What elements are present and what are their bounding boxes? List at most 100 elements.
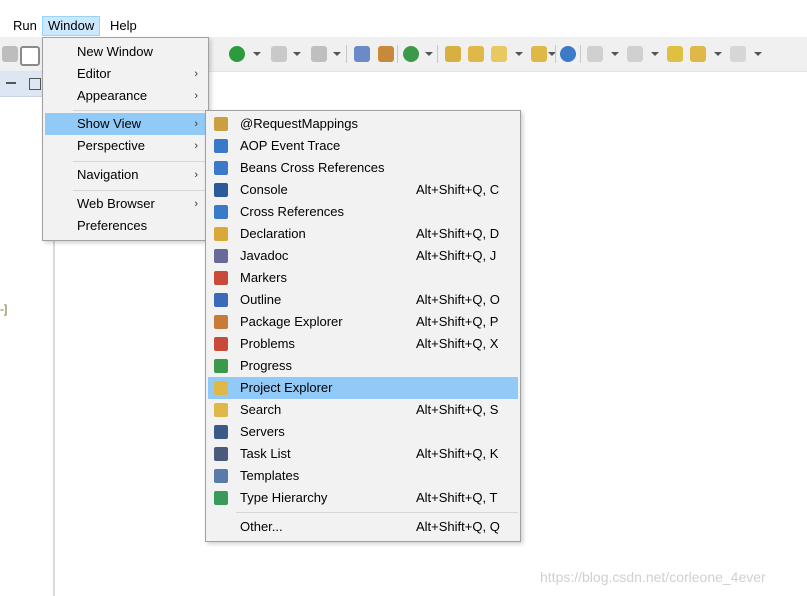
new-class-icon[interactable] — [354, 46, 370, 62]
run-dropdown-icon[interactable] — [253, 52, 261, 56]
show-view-item-label: Type Hierarchy — [240, 490, 328, 505]
new-package-icon[interactable] — [378, 46, 394, 62]
show-view-item-label: Console — [240, 182, 288, 197]
menubar: Run Window Help — [0, 15, 807, 37]
menu-item-label: New Window — [77, 44, 153, 59]
shortcut-label: Alt+Shift+Q, D — [416, 226, 500, 241]
show-view-item[interactable]: Outline Alt+Shift+Q, O — [208, 289, 518, 311]
search-icon — [214, 403, 228, 417]
show-view-item-label: Javadoc — [240, 248, 289, 263]
back-dropdown-icon[interactable] — [714, 52, 722, 56]
menu-separator — [73, 161, 206, 162]
last-edit-location-icon[interactable] — [667, 46, 683, 62]
show-view-item-label: Progress — [240, 358, 293, 373]
chevron-right-icon: › — [194, 140, 198, 152]
left-panel-bracket: -] — [0, 302, 8, 316]
toolbar-separator — [580, 45, 581, 63]
cross-references-icon — [214, 205, 228, 219]
show-view-item[interactable]: Javadoc Alt+Shift+Q, J — [208, 245, 518, 267]
show-view-item[interactable]: Declaration Alt+Shift+Q, D — [208, 223, 518, 245]
toolbar-edge-icon[interactable] — [2, 46, 18, 62]
aop-event-trace-icon — [214, 139, 228, 153]
run-icon[interactable] — [229, 46, 245, 62]
external-tools-dropdown-icon[interactable] — [333, 52, 341, 56]
show-view-item[interactable]: Package Explorer Alt+Shift+Q, P — [208, 311, 518, 333]
templates-icon — [214, 469, 228, 483]
open-task-icon[interactable] — [531, 46, 547, 62]
show-view-item-label: Project Explorer — [240, 380, 333, 395]
menu-item-preferences[interactable]: Preferences — [45, 215, 206, 237]
beans-cross-references-icon — [214, 161, 228, 175]
external-tools-icon[interactable] — [311, 46, 327, 62]
toolbar-list-icon[interactable] — [20, 46, 40, 66]
show-view-item[interactable]: Other... Alt+Shift+Q, Q — [208, 516, 518, 538]
search-dropdown-icon[interactable] — [515, 52, 523, 56]
refresh-dropdown-icon[interactable] — [425, 52, 433, 56]
show-view-item[interactable]: Task List Alt+Shift+Q, K — [208, 443, 518, 465]
show-view-item[interactable]: Project Explorer — [208, 377, 518, 399]
stop-icon[interactable] — [271, 46, 287, 62]
menu-separator — [73, 110, 206, 111]
stop-dropdown-icon[interactable] — [293, 52, 301, 56]
show-view-item[interactable]: Beans Cross References — [208, 157, 518, 179]
previous-annotation-dropdown-icon[interactable] — [651, 52, 659, 56]
menu-item-web-browser[interactable]: Web Browser › — [45, 193, 206, 215]
chevron-right-icon: › — [194, 198, 198, 210]
show-view-item-label: Other... — [240, 519, 283, 534]
javadoc-icon — [214, 249, 228, 263]
menu-item-appearance[interactable]: Appearance › — [45, 85, 206, 107]
toolbar-separator — [437, 45, 438, 63]
show-view-item[interactable]: AOP Event Trace — [208, 135, 518, 157]
next-annotation-icon[interactable] — [587, 46, 603, 62]
menu-item-new-window[interactable]: New Window — [45, 41, 206, 63]
menu-run[interactable]: Run — [8, 17, 42, 35]
toolbar-separator — [346, 45, 347, 63]
minimize-icon[interactable] — [6, 82, 16, 84]
servers-icon — [214, 425, 228, 439]
shortcut-label: Alt+Shift+Q, K — [416, 446, 499, 461]
menu-item-editor[interactable]: Editor › — [45, 63, 206, 85]
show-view-item[interactable]: Servers — [208, 421, 518, 443]
menu-window[interactable]: Window — [42, 16, 101, 36]
menu-item-show-view[interactable]: Show View › — [45, 113, 206, 135]
menu-help[interactable]: Help — [105, 17, 142, 35]
next-annotation-dropdown-icon[interactable] — [611, 52, 619, 56]
shortcut-label: Alt+Shift+Q, X — [416, 336, 499, 351]
maximize-icon[interactable] — [29, 78, 41, 90]
toolbar-separator — [397, 45, 398, 63]
back-icon[interactable] — [690, 46, 706, 62]
show-view-item-label: Beans Cross References — [240, 160, 385, 175]
show-view-item-label: Declaration — [240, 226, 306, 241]
menu-item-navigation[interactable]: Navigation › — [45, 164, 206, 186]
problems-icon — [214, 337, 228, 351]
show-view-item[interactable]: Console Alt+Shift+Q, C — [208, 179, 518, 201]
show-view-item-label: Servers — [240, 424, 285, 439]
show-view-item[interactable]: @RequestMappings — [208, 113, 518, 135]
globe-icon[interactable] — [560, 46, 576, 62]
chevron-right-icon: › — [194, 68, 198, 80]
show-view-item-label: Search — [240, 402, 282, 417]
forward-icon[interactable] — [730, 46, 746, 62]
menu-item-label: Navigation — [77, 167, 139, 182]
show-view-item-label: AOP Event Trace — [240, 138, 341, 153]
show-view-item[interactable]: Search Alt+Shift+Q, S — [208, 399, 518, 421]
search-toolbar-icon[interactable] — [491, 46, 507, 62]
show-view-item[interactable]: Progress — [208, 355, 518, 377]
package-explorer-icon — [214, 315, 228, 329]
menu-item-perspective[interactable]: Perspective › — [45, 135, 206, 157]
console-icon — [214, 183, 228, 197]
open-type-icon[interactable] — [445, 46, 461, 62]
markers-icon — [214, 271, 228, 285]
open-folder-icon[interactable] — [468, 46, 484, 62]
progress-icon — [214, 359, 228, 373]
show-view-item[interactable]: Problems Alt+Shift+Q, X — [208, 333, 518, 355]
chevron-right-icon: › — [194, 90, 198, 102]
toolbar-separator — [555, 45, 556, 63]
show-view-item[interactable]: Type Hierarchy Alt+Shift+Q, T — [208, 487, 518, 509]
show-view-item[interactable]: Templates — [208, 465, 518, 487]
previous-annotation-icon[interactable] — [627, 46, 643, 62]
refresh-icon[interactable] — [403, 46, 419, 62]
show-view-item[interactable]: Cross References — [208, 201, 518, 223]
forward-dropdown-icon[interactable] — [754, 52, 762, 56]
show-view-item[interactable]: Markers — [208, 267, 518, 289]
